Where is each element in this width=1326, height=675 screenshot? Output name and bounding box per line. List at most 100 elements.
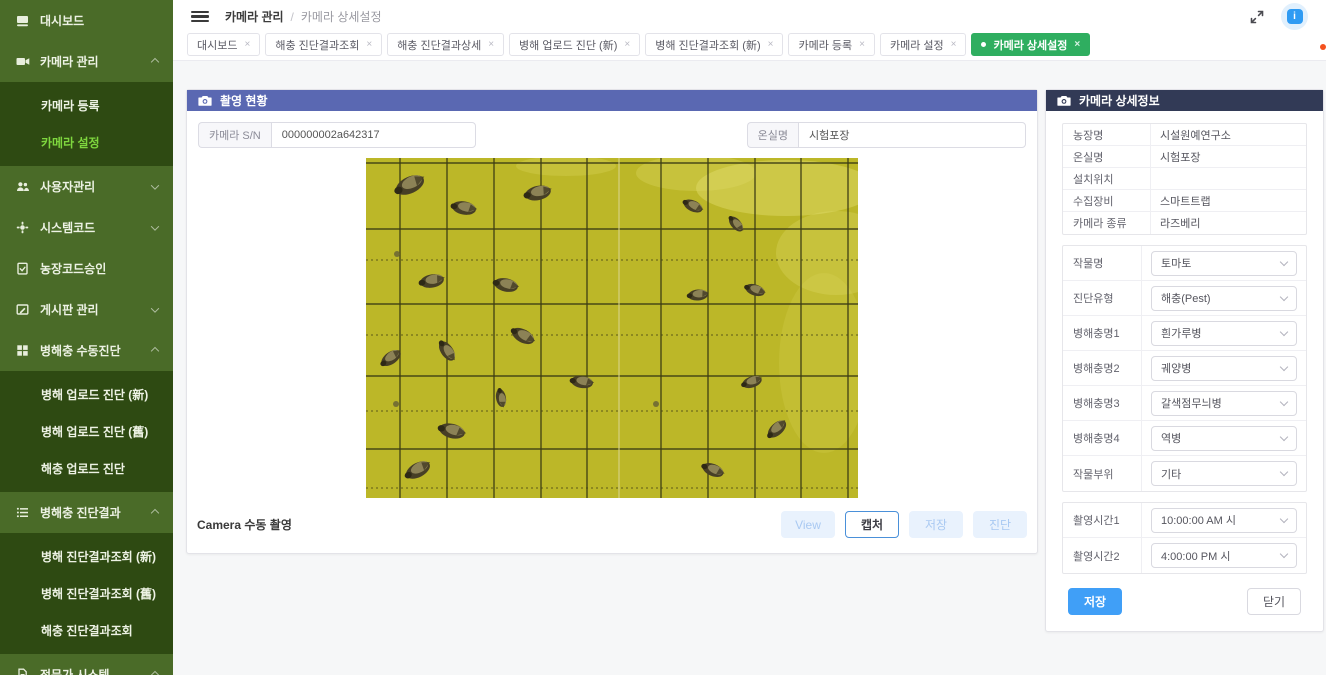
sidebar-item-camera-management[interactable]: 카메라 관리 xyxy=(0,41,173,82)
sidebar-item-expert-system[interactable]: 전문가 시스템 xyxy=(0,654,173,675)
row-label: 카메라 종류 xyxy=(1063,212,1151,234)
sidebar-item-label: 게시판 관리 xyxy=(40,301,99,318)
sidebar-item-pest-manual-diagnosis[interactable]: 병해충 수동진단 xyxy=(0,330,173,371)
breadcrumb-section[interactable]: 카메라 관리 xyxy=(225,8,284,25)
message-icon[interactable]: i xyxy=(1281,3,1308,30)
chevron-down-icon xyxy=(1280,550,1288,558)
sidebar-item-disease-upload-diagnosis-old[interactable]: 병해 업로드 진단 (舊) xyxy=(0,413,173,450)
row-label: 작물부위 xyxy=(1063,456,1142,491)
fullscreen-icon[interactable] xyxy=(1249,9,1265,25)
close-icon[interactable]: × xyxy=(244,40,250,50)
sidebar-item-disease-upload-diagnosis-new[interactable]: 병해 업로드 진단 (新) xyxy=(0,376,173,413)
tab-label: 해충 진단결과상세 xyxy=(397,37,481,53)
submenu-pest-manual-diagnosis: 병해 업로드 진단 (新) 병해 업로드 진단 (舊) 해충 업로드 진단 xyxy=(0,371,173,492)
table-row: 병해충명2 궤양병 xyxy=(1063,351,1306,386)
table-row: 작물부위 기타 xyxy=(1063,456,1306,491)
breadcrumb: 카메라 관리 / 카메라 상세설정 xyxy=(225,8,382,25)
hamburger-menu-icon[interactable] xyxy=(191,11,209,23)
row-label: 온실명 xyxy=(1063,146,1151,167)
diagnose-button[interactable]: 진단 xyxy=(973,511,1027,538)
select-value: 10:00:00 AM 시 xyxy=(1161,512,1236,528)
sidebar-item-label: 병해 업로드 진단 (舊) xyxy=(41,423,148,440)
chevron-up-icon xyxy=(151,346,159,354)
tab-disease-upload-new[interactable]: 병해 업로드 진단 (新) × xyxy=(509,33,640,56)
capture-time-2-select[interactable]: 4:00:00 PM 시 xyxy=(1151,543,1297,568)
crop-part-select[interactable]: 기타 xyxy=(1151,461,1297,486)
select-value: 해충(Pest) xyxy=(1161,290,1211,306)
diagnosis-type-select[interactable]: 해충(Pest) xyxy=(1151,286,1297,311)
tab-insect-results[interactable]: 해충 진단결과조회 × xyxy=(265,33,382,56)
pest-name-1-select[interactable]: 흰가루병 xyxy=(1151,321,1297,346)
close-icon[interactable]: × xyxy=(1074,40,1080,50)
row-label: 병해충명4 xyxy=(1063,421,1142,455)
close-icon[interactable]: × xyxy=(859,40,865,50)
sidebar-item-label: 병해 진단결과조회 (新) xyxy=(41,548,156,565)
sidebar-item-pest-diagnosis-results[interactable]: 병해충 진단결과 xyxy=(0,492,173,533)
sidebar-item-insect-upload-diagnosis[interactable]: 해충 업로드 진단 xyxy=(0,450,173,487)
info-bubble-icon: i xyxy=(1287,9,1303,24)
sidebar-item-camera-register[interactable]: 카메라 등록 xyxy=(0,87,173,124)
table-row: 촬영시간2 4:00:00 PM 시 xyxy=(1063,538,1306,573)
collect-device-value: 스마트트랩 xyxy=(1151,193,1306,209)
close-icon[interactable]: × xyxy=(951,40,957,50)
chevron-down-icon xyxy=(1280,514,1288,522)
pest-name-2-select[interactable]: 궤양병 xyxy=(1151,356,1297,381)
camera-sn-input[interactable] xyxy=(271,122,476,148)
tab-camera-register[interactable]: 카메라 등록 × xyxy=(788,33,875,56)
sidebar-item-label: 사용자관리 xyxy=(40,178,95,195)
close-icon[interactable]: × xyxy=(768,40,774,50)
sidebar: 대시보드 카메라 관리 카메라 등록 카메라 설정 사용자관리 xyxy=(0,0,173,675)
submenu-camera-management: 카메라 등록 카메라 설정 xyxy=(0,82,173,166)
view-button[interactable]: View xyxy=(781,511,835,538)
tab-insect-result-detail[interactable]: 해충 진단결과상세 × xyxy=(387,33,504,56)
capture-status-panel: 촬영 현황 카메라 S/N 온실명 xyxy=(186,89,1038,554)
greenhouse-input[interactable] xyxy=(798,122,1026,148)
close-icon[interactable]: × xyxy=(366,40,372,50)
chevron-up-icon xyxy=(151,57,159,65)
select-value: 4:00:00 PM 시 xyxy=(1161,548,1230,564)
tab-label: 병해 진단결과조회 (新) xyxy=(655,37,760,53)
sidebar-item-farm-code-approval[interactable]: 농장코드승인 xyxy=(0,248,173,289)
chevron-down-icon xyxy=(151,181,159,189)
chevron-down-icon xyxy=(1280,362,1288,370)
close-button[interactable]: 닫기 xyxy=(1247,588,1301,615)
tab-disease-results-new[interactable]: 병해 진단결과조회 (新) × xyxy=(645,33,783,56)
sidebar-item-dashboard[interactable]: 대시보드 xyxy=(0,0,173,41)
top-header: 카메라 관리 / 카메라 상세설정 i xyxy=(173,0,1326,33)
crop-name-select[interactable]: 토마토 xyxy=(1151,251,1297,276)
save-capture-button[interactable]: 저장 xyxy=(909,511,963,538)
tab-bar: 대시보드 × 해충 진단결과조회 × 해충 진단결과상세 × 병해 업로드 진단… xyxy=(173,33,1326,61)
capture-buttons: View 캡처 저장 진단 xyxy=(781,511,1027,538)
pest-name-3-select[interactable]: 갈색점무늬병 xyxy=(1151,391,1297,416)
close-icon[interactable]: × xyxy=(488,40,494,50)
sidebar-item-label: 병해충 진단결과 xyxy=(40,504,121,521)
select-value: 토마토 xyxy=(1161,255,1191,271)
pest-name-4-select[interactable]: 역병 xyxy=(1151,426,1297,451)
select-value: 궤양병 xyxy=(1161,360,1191,376)
row-label: 촬영시간2 xyxy=(1063,538,1142,573)
tab-camera-settings[interactable]: 카메라 설정 × xyxy=(880,33,967,56)
capture-time-1-select[interactable]: 10:00:00 AM 시 xyxy=(1151,508,1297,533)
sidebar-item-insect-results[interactable]: 해충 진단결과조회 xyxy=(0,612,173,649)
sidebar-item-label: 카메라 관리 xyxy=(40,53,99,70)
trap-photo-svg xyxy=(366,158,858,498)
sidebar-item-label: 병해 업로드 진단 (新) xyxy=(41,386,148,403)
tab-dashboard[interactable]: 대시보드 × xyxy=(187,33,260,56)
select-value: 기타 xyxy=(1161,466,1181,482)
capture-input-row: 카메라 S/N 온실명 xyxy=(198,122,1026,148)
save-button[interactable]: 저장 xyxy=(1068,588,1122,615)
capture-button[interactable]: 캡처 xyxy=(845,511,899,538)
tab-label: 병해 업로드 진단 (新) xyxy=(519,37,617,53)
tab-camera-detail-settings[interactable]: 카메라 상세설정 × xyxy=(971,33,1090,56)
chevron-down-icon xyxy=(151,222,159,230)
sidebar-item-user-management[interactable]: 사용자관리 xyxy=(0,166,173,207)
sidebar-item-label: 해충 업로드 진단 xyxy=(41,460,125,477)
sidebar-item-disease-results-new[interactable]: 병해 진단결과조회 (新) xyxy=(0,538,173,575)
sidebar-item-system-code[interactable]: 시스템코드 xyxy=(0,207,173,248)
close-icon[interactable]: × xyxy=(624,40,630,50)
sidebar-item-disease-results-old[interactable]: 병해 진단결과조회 (舊) xyxy=(0,575,173,612)
sidebar-item-camera-settings[interactable]: 카메라 설정 xyxy=(0,124,173,161)
submenu-pest-diagnosis-results: 병해 진단결과조회 (新) 병해 진단결과조회 (舊) 해충 진단결과조회 xyxy=(0,533,173,654)
tab-label: 카메라 등록 xyxy=(798,37,852,53)
sidebar-item-board-management[interactable]: 게시판 관리 xyxy=(0,289,173,330)
